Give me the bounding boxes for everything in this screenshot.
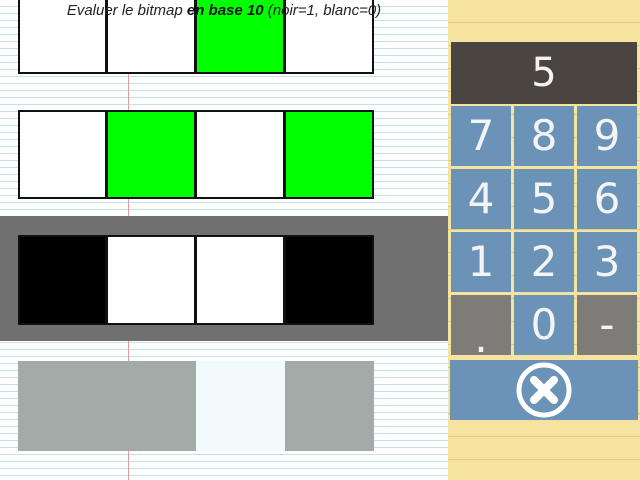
key-0[interactable]: 0 bbox=[514, 295, 574, 355]
bitmap-cell bbox=[107, 235, 196, 325]
key-7[interactable]: 7 bbox=[451, 106, 511, 166]
bitmap-panel: Evaluer le bitmap en base 10 (noir=1, bl… bbox=[0, 0, 448, 480]
bitmap-cell bbox=[107, 110, 196, 199]
key-2[interactable]: 2 bbox=[514, 232, 574, 292]
bitmap-cell bbox=[285, 361, 374, 451]
bitmap-cell bbox=[285, 235, 374, 325]
bitmap-row-4 bbox=[18, 361, 376, 451]
bitmap-cell bbox=[285, 110, 374, 199]
bitmap-cell bbox=[196, 361, 285, 451]
key-minus[interactable]: - bbox=[577, 295, 637, 355]
bitmap-cell bbox=[107, 361, 196, 451]
clear-button[interactable] bbox=[450, 360, 638, 420]
instruction-part-1: Evaluer le bitmap bbox=[66, 2, 187, 19]
bitmap-cell bbox=[196, 235, 285, 325]
key-8[interactable]: 8 bbox=[514, 106, 574, 166]
bitmap-cell bbox=[18, 235, 107, 325]
bitmap-row-2 bbox=[18, 110, 376, 199]
bitmap-row-3[interactable] bbox=[18, 235, 376, 325]
key-5[interactable]: 5 bbox=[514, 169, 574, 229]
bitmap-cell bbox=[196, 110, 285, 199]
key-3[interactable]: 3 bbox=[577, 232, 637, 292]
instruction-emphasis: en base 10 bbox=[186, 2, 264, 19]
instruction-text: Evaluer le bitmap en base 10 (noir=1, bl… bbox=[0, 0, 448, 22]
key-4[interactable]: 4 bbox=[451, 169, 511, 229]
close-circle-icon bbox=[516, 362, 572, 418]
key-6[interactable]: 6 bbox=[577, 169, 637, 229]
answer-display: 5 bbox=[451, 42, 637, 104]
key-1[interactable]: 1 bbox=[451, 232, 511, 292]
bitmap-cell bbox=[18, 361, 107, 451]
instruction-part-3: (noir=1, blanc=0) bbox=[263, 2, 382, 19]
bitmap-cell bbox=[18, 110, 107, 199]
key-decimal[interactable]: . bbox=[451, 295, 511, 362]
key-9[interactable]: 9 bbox=[577, 106, 637, 166]
